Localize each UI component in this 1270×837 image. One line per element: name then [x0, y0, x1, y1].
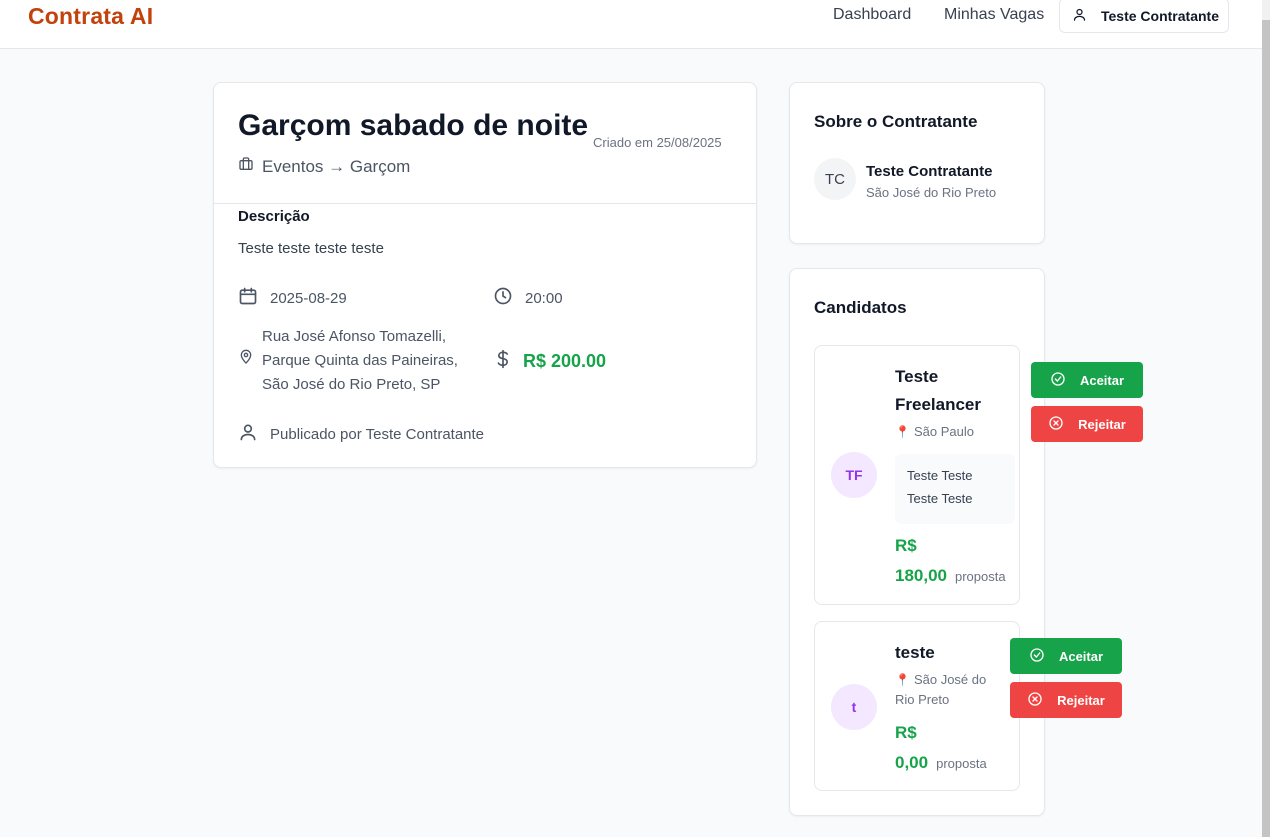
address-line-3: São José do Rio Preto, SP	[262, 376, 441, 393]
contractor-avatar: TC	[814, 158, 856, 200]
job-details-card: Garçom sabado de noite Criado em 25/08/2…	[213, 82, 757, 468]
clock-icon	[493, 286, 513, 310]
job-address: Rua José Afonso Tomazelli, Parque Quinta…	[238, 325, 458, 397]
scrollbar-thumb[interactable]	[1262, 20, 1270, 837]
candidate-message: Teste Teste Teste Teste	[895, 454, 1015, 524]
job-price-value: R$ 200.00	[523, 350, 607, 371]
brand-logo[interactable]: Contrata AI	[28, 3, 153, 30]
candidate-location: 📍 São Paulo	[895, 422, 974, 442]
job-date: 2025-08-29	[238, 286, 347, 310]
dollar-icon	[495, 349, 511, 373]
candidate-item: t teste 📍 São José do Rio Preto R$ 0,00 pr…	[814, 621, 1020, 791]
candidate-avatar: TF	[831, 452, 877, 498]
address-line-2: Parque Quinta das Paineiras,	[262, 352, 458, 369]
proposal-currency: R$	[895, 723, 917, 742]
proposal-amount: 0,00	[895, 753, 929, 772]
proposal-label: proposta	[955, 569, 1006, 584]
briefcase-icon	[238, 156, 254, 177]
nav-my-jobs-link[interactable]: Minhas Vagas	[944, 6, 1044, 24]
divider	[214, 203, 756, 204]
candidate-item: TF Teste Freelancer 📍 São Paulo Teste Tes…	[814, 345, 1020, 605]
proposal-currency: R$	[895, 536, 917, 555]
check-circle-icon	[1029, 647, 1045, 666]
about-title: Sobre o Contratante	[814, 112, 978, 131]
candidate-location: 📍 São José do Rio Preto	[895, 670, 1005, 710]
job-title: Garçom sabado de noite	[238, 109, 589, 142]
published-by-text: Publicado por Teste Contratante	[270, 425, 485, 443]
accept-button-label: Aceitar	[1058, 648, 1104, 664]
user-menu-button[interactable]: Teste Contratante	[1059, 0, 1229, 33]
candidates-card: Candidatos TF Teste Freelancer 📍 São Paul…	[789, 268, 1045, 816]
candidate-avatar: t	[831, 684, 877, 730]
candidate-proposal: R$ 180,00 proposta	[895, 531, 1006, 592]
accept-button-label: Aceitar	[1079, 372, 1125, 388]
candidates-title: Candidatos	[814, 298, 907, 317]
job-time-value: 20:00	[525, 289, 563, 307]
user-menu-label: Teste Contratante	[1101, 7, 1219, 24]
description-text: Teste teste teste teste	[238, 240, 384, 257]
page-scrollbar[interactable]	[1262, 0, 1270, 837]
top-navbar: Contrata AI Dashboard Minhas Vagas Teste…	[0, 0, 1270, 49]
user-icon	[238, 422, 258, 446]
reject-button-label: Rejeitar	[1078, 416, 1126, 432]
accept-button[interactable]: Aceitar	[1031, 362, 1143, 398]
x-circle-icon	[1048, 415, 1064, 434]
reject-button[interactable]: Rejeitar	[1031, 406, 1143, 442]
accept-button[interactable]: Aceitar	[1010, 638, 1122, 674]
user-icon	[1072, 7, 1087, 25]
candidate-message-line-1: Teste Teste	[907, 468, 973, 483]
contractor-city: São José do Rio Preto	[866, 185, 997, 200]
nav-dashboard-link[interactable]: Dashboard	[833, 6, 911, 24]
reject-button-label: Rejeitar	[1057, 692, 1105, 708]
candidate-proposal: R$ 0,00 proposta	[895, 718, 987, 779]
pin-icon: 📍	[895, 673, 910, 687]
about-contractor-card: Sobre o Contratante TC Teste Contratante…	[789, 82, 1045, 244]
pin-icon: 📍	[895, 425, 910, 439]
job-category: Eventos → Garçom	[238, 156, 410, 177]
address-line-1: Rua José Afonso Tomazelli,	[262, 328, 446, 345]
description-label: Descrição	[238, 208, 310, 225]
job-created-date: Criado em 25/08/2025	[593, 135, 722, 150]
job-time: 20:00	[493, 286, 563, 310]
calendar-icon	[238, 286, 258, 310]
candidate-city: São Paulo	[913, 424, 974, 439]
job-category-label: Eventos → Garçom	[262, 156, 411, 176]
job-address-text: Rua José Afonso Tomazelli, Parque Quinta…	[262, 325, 458, 397]
reject-button[interactable]: Rejeitar	[1010, 682, 1122, 718]
contractor-name: Teste Contratante	[866, 163, 993, 180]
check-circle-icon	[1050, 371, 1066, 390]
proposal-amount: 180,00	[895, 566, 947, 585]
map-pin-icon	[238, 349, 254, 373]
candidate-name: teste	[895, 643, 935, 662]
x-circle-icon	[1027, 691, 1043, 710]
candidate-message-line-2: Teste Teste	[907, 491, 973, 506]
job-date-value: 2025-08-29	[270, 289, 347, 307]
candidate-name: Teste Freelancer	[895, 367, 981, 414]
job-published-by: Publicado por Teste Contratante	[238, 422, 484, 446]
job-price: R$ 200.00	[495, 349, 606, 373]
proposal-label: proposta	[936, 756, 987, 771]
